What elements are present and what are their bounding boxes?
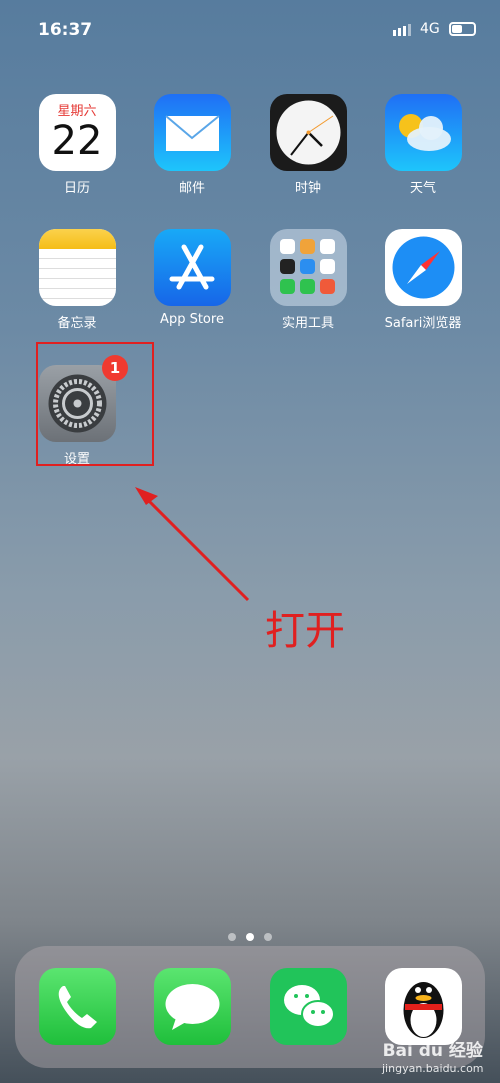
annotation-text: 打开 — [265, 608, 345, 654]
phone-icon — [38, 968, 116, 1045]
page-dot[interactable] — [264, 933, 272, 941]
watermark: Bai du 经验 jingyan.baidu.com — [382, 1040, 484, 1076]
watermark-brand: Bai du 经验 — [382, 1041, 483, 1061]
page-indicator[interactable] — [0, 926, 500, 945]
wechat-icon — [269, 968, 347, 1045]
page-dot-active[interactable] — [246, 933, 254, 941]
watermark-url: jingyan.baidu.com — [382, 1062, 484, 1076]
messages-icon — [153, 968, 231, 1045]
dock-phone[interactable] — [27, 968, 127, 1045]
dock-wechat[interactable] — [258, 968, 358, 1045]
arrow-annotation — [135, 487, 250, 602]
dock-messages[interactable] — [142, 968, 242, 1045]
page-dot[interactable] — [228, 933, 236, 941]
dock-qq[interactable] — [373, 968, 473, 1045]
qq-icon — [384, 968, 462, 1045]
